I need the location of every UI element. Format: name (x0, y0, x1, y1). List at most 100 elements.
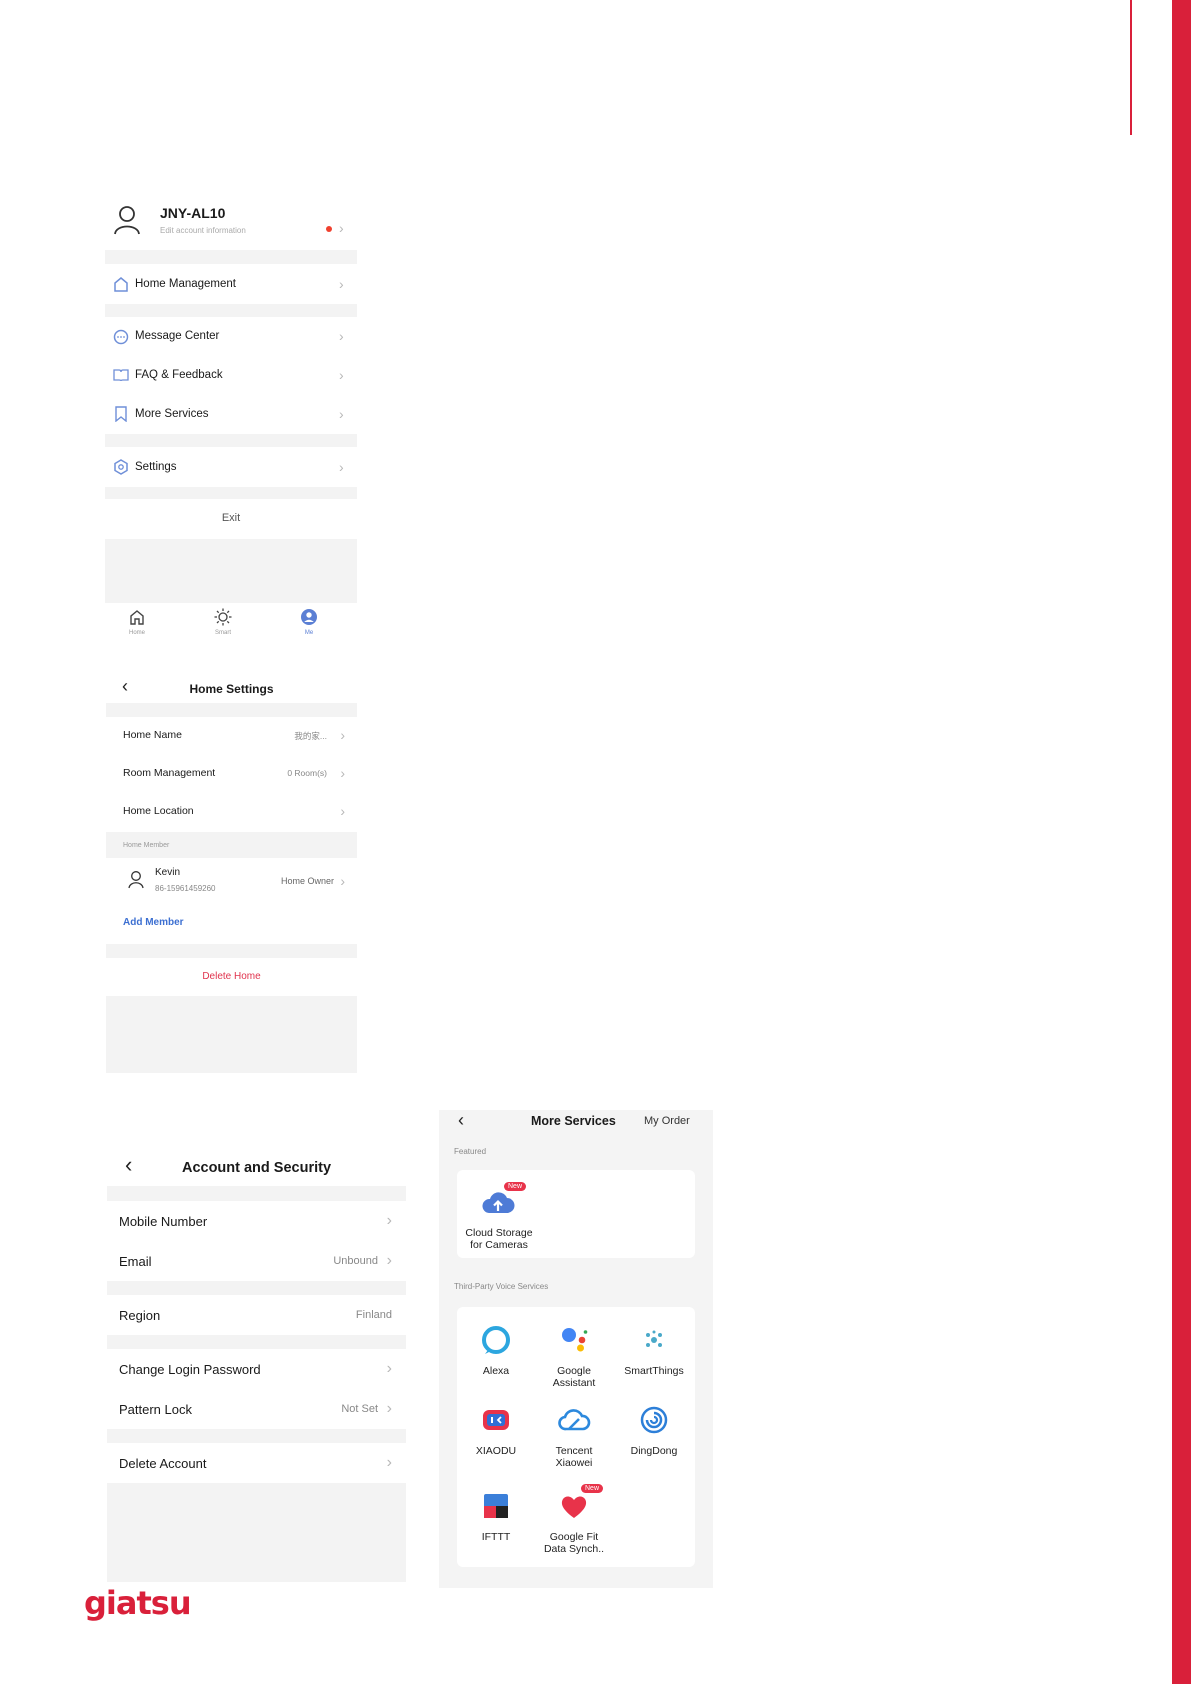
page-title: Account and Security (181, 1160, 332, 1176)
service-tile-smartthings[interactable]: SmartThings (613, 1307, 695, 1393)
featured-card: New Cloud Storage for Cameras (457, 1170, 695, 1258)
back-arrow-icon[interactable]: ‹ (458, 1110, 464, 1131)
row-region[interactable]: Region Finland (107, 1295, 406, 1335)
new-badge: New (581, 1484, 604, 1493)
home-icon (130, 610, 144, 625)
avatar-icon (128, 871, 144, 889)
row-value: Unbound (333, 1255, 378, 1267)
tab-home[interactable]: Home (117, 603, 157, 645)
row-label: Home Name (123, 729, 182, 741)
chevron-right-icon: › (340, 727, 345, 743)
menu-item-faq-feedback[interactable]: FAQ & Feedback › (105, 356, 357, 395)
settings-icon (114, 459, 128, 475)
tab-bar: Home Smart Me (105, 603, 357, 645)
row-pattern-lock[interactable]: Pattern Lock Not Set › (107, 1389, 406, 1429)
ifttt-icon (484, 1494, 508, 1518)
chevron-right-icon: › (386, 1454, 392, 1471)
service-tile-google-assistant[interactable]: Google Assistant (535, 1307, 613, 1393)
section-label: Home Member (123, 842, 170, 849)
menu-item-message-center[interactable]: Message Center › (105, 317, 357, 356)
page-accent-bar (1172, 0, 1191, 1684)
member-group: Kevin 86-15961459260 Home Owner › Add Me… (106, 858, 357, 944)
google-assistant-icon (562, 1328, 588, 1352)
menu-label: FAQ & Feedback (135, 369, 223, 381)
row-value: 0 Room(s) (287, 768, 327, 778)
tab-me[interactable]: Me (289, 603, 329, 645)
service-tile-dingdong[interactable]: DingDong (613, 1393, 695, 1479)
menu-label: Home Management (135, 278, 236, 290)
chevron-right-icon: › (340, 765, 345, 781)
avatar-icon (114, 206, 140, 235)
row-home-location[interactable]: Home Location › (106, 793, 357, 831)
section-label: Third-Party Voice Services (454, 1282, 549, 1291)
row-room-management[interactable]: Room Management 0 Room(s) › (106, 755, 357, 793)
message-icon (113, 329, 129, 345)
row-email[interactable]: Email Unbound › (107, 1241, 406, 1281)
row-label: Email (119, 1254, 152, 1269)
header-accent-line (1130, 0, 1132, 135)
chevron-right-icon: › (340, 873, 345, 889)
dingdong-icon (640, 1406, 668, 1434)
smartthings-icon (646, 1330, 662, 1347)
member-name: Kevin (155, 867, 181, 878)
xiaodu-icon (483, 1410, 509, 1430)
nav-bar: ‹ Home Settings (106, 674, 357, 703)
menu-item-more-services[interactable]: More Services › (105, 395, 357, 434)
nav-bar: ‹ Account and Security (107, 1154, 406, 1186)
page-title: More Services (531, 1114, 616, 1128)
chevron-right-icon: › (386, 1360, 392, 1377)
service-tile-google-fit[interactable]: New Google Fit Data Synch.. (535, 1479, 613, 1565)
chevron-right-icon: › (339, 367, 344, 383)
member-row[interactable]: Kevin 86-15961459260 Home Owner › (106, 858, 357, 904)
row-label: Home Location (123, 805, 194, 817)
profile-card[interactable]: JNY-AL10 Edit account information › (105, 193, 357, 250)
row-label: Pattern Lock (119, 1402, 192, 1417)
my-order-link[interactable]: My Order (644, 1115, 690, 1127)
row-value: Finland (355, 1309, 392, 1321)
member-phone: 86-15961459260 (155, 884, 216, 893)
row-change-login-password[interactable]: Change Login Password › (107, 1349, 406, 1389)
menu-item-settings[interactable]: Settings › (105, 447, 357, 487)
more-services-screen: ‹ More Services My Order Featured New Cl… (439, 1110, 713, 1588)
menu-group: Message Center › FAQ & Feedback › More S… (105, 317, 357, 434)
delete-home-button[interactable]: Delete Home (106, 958, 357, 996)
menu-label: Message Center (135, 330, 220, 342)
book-icon (113, 369, 129, 382)
member-role: Home Owner (280, 876, 334, 886)
voice-services-card: Alexa Google Assistant SmartThings XIAODU… (457, 1307, 695, 1567)
menu-label: Settings (135, 461, 177, 473)
row-value: 我的家... (294, 731, 327, 741)
service-tile-xiaodu[interactable]: XIAODU (457, 1393, 535, 1479)
bookmark-icon (115, 406, 127, 422)
tencent-cloud-icon (558, 1409, 591, 1431)
home-settings-screen: ‹ Home Settings Home Name 我的家... › Room … (106, 674, 357, 1073)
exit-button[interactable]: Exit (105, 499, 357, 539)
chevron-right-icon: › (339, 406, 344, 422)
chevron-right-icon: › (339, 276, 344, 292)
exit-label: Exit (221, 512, 241, 524)
settings-group: Home Name 我的家... › Room Management 0 Roo… (106, 717, 357, 832)
sun-icon (214, 608, 232, 626)
menu-item-home-management[interactable]: Home Management › (105, 264, 357, 304)
row-home-name[interactable]: Home Name 我的家... › (106, 717, 357, 755)
brand-logo: giatsu (84, 1584, 192, 1622)
tab-smart[interactable]: Smart (203, 603, 243, 645)
notification-dot (326, 226, 332, 232)
add-member-link[interactable]: Add Member (123, 917, 184, 928)
row-label: Delete Account (119, 1456, 207, 1471)
row-mobile-number[interactable]: Mobile Number › (107, 1201, 406, 1241)
service-tile-ifttt[interactable]: IFTTT (457, 1479, 535, 1565)
featured-service-tile[interactable]: New Cloud Storage for Cameras (457, 1170, 541, 1258)
tab-label: Me (304, 630, 314, 636)
chevron-right-icon: › (339, 220, 344, 236)
chevron-right-icon: › (386, 1212, 392, 1229)
tab-label: Smart (214, 630, 231, 636)
new-badge: New (504, 1182, 527, 1191)
service-tile-tencent-xiaowei[interactable]: Tencent Xiaowei (535, 1393, 613, 1479)
row-delete-account[interactable]: Delete Account › (107, 1443, 406, 1483)
account-group-2: Change Login Password › Pattern Lock Not… (107, 1349, 406, 1429)
home-outline-icon (114, 277, 128, 292)
service-tile-alexa[interactable]: Alexa (457, 1307, 535, 1393)
account-security-screen: ‹ Account and Security Mobile Number › E… (107, 1154, 406, 1582)
user-name: JNY-AL10 (160, 205, 226, 221)
